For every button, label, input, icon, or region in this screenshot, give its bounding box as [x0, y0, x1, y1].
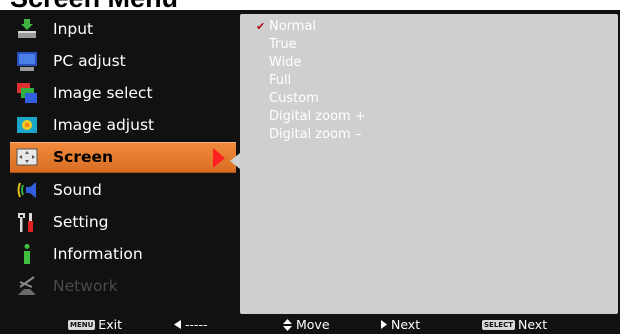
up-down-arrows-icon	[283, 318, 292, 331]
triangle-left-icon	[174, 320, 181, 329]
menu-item-screen[interactable]: Screen	[10, 142, 236, 173]
menu-sidebar: Input PC adjust Image select Image adjus…	[10, 14, 236, 314]
option-full[interactable]: Full	[269, 72, 291, 90]
option-wide[interactable]: Wide	[269, 54, 301, 72]
option-digital-zoom-minus[interactable]: Digital zoom –	[269, 126, 361, 144]
select-key-icon: SELECT	[482, 319, 515, 330]
menu-item-pc-adjust[interactable]: PC adjust	[10, 46, 236, 76]
footer-move: Move	[283, 316, 330, 334]
page-title: Screen Menu	[10, 0, 178, 12]
footer-select-next: SELECT Next	[482, 316, 547, 334]
menu-item-label: Image adjust	[53, 116, 155, 134]
footer-select-next-label: Next	[517, 317, 548, 332]
footer-hint-bar: MENU Exit ----- Move Next SELECT Next	[0, 316, 620, 334]
menu-item-setting[interactable]: Setting	[10, 207, 236, 237]
menu-item-label: Image select	[53, 84, 153, 102]
option-normal[interactable]: Normal	[269, 18, 316, 36]
footer-back-label: -----	[184, 317, 208, 332]
menu-item-label: Input	[53, 20, 94, 38]
selection-pointer	[230, 153, 240, 169]
image-select-icon	[16, 82, 38, 104]
menu-item-image-select[interactable]: Image select	[10, 78, 236, 108]
menu-item-label: Network	[53, 277, 118, 295]
menu-item-label: Setting	[53, 213, 109, 231]
footer-exit-label: Exit	[98, 317, 122, 332]
menu-item-network: Network	[10, 271, 236, 301]
menu-item-label: PC adjust	[53, 52, 126, 70]
information-icon	[16, 243, 38, 265]
speaker-icon	[16, 179, 38, 201]
footer-exit: MENU Exit	[68, 316, 122, 334]
screen-icon	[16, 146, 38, 168]
option-custom[interactable]: Custom	[269, 90, 319, 108]
network-icon	[16, 275, 38, 297]
menu-item-input[interactable]: Input	[10, 14, 236, 44]
menu-item-sound[interactable]: Sound	[10, 175, 236, 205]
chevron-right-icon	[213, 148, 225, 168]
input-icon	[16, 18, 38, 40]
image-adjust-icon	[16, 114, 38, 136]
option-digital-zoom-plus[interactable]: Digital zoom +	[269, 108, 366, 126]
menu-item-image-adjust[interactable]: Image adjust	[10, 110, 236, 140]
option-true[interactable]: True	[269, 36, 297, 54]
pc-monitor-icon	[16, 50, 38, 72]
menu-item-label: Information	[53, 245, 143, 263]
footer-back: -----	[174, 316, 208, 334]
footer-next: Next	[381, 316, 420, 334]
menu-item-label: Sound	[53, 181, 102, 199]
footer-move-label: Move	[295, 317, 330, 332]
footer-next-label: Next	[390, 317, 421, 332]
triangle-right-icon	[381, 320, 387, 329]
menu-item-label: Screen	[53, 148, 114, 166]
menu-item-information[interactable]: Information	[10, 239, 236, 269]
menu-key-icon: MENU	[68, 319, 96, 330]
setting-tools-icon	[16, 211, 38, 233]
checkmark-icon: ✔	[256, 20, 266, 33]
screen-options-panel: ✔ Normal True Wide Full Custom Digital z…	[240, 14, 618, 314]
